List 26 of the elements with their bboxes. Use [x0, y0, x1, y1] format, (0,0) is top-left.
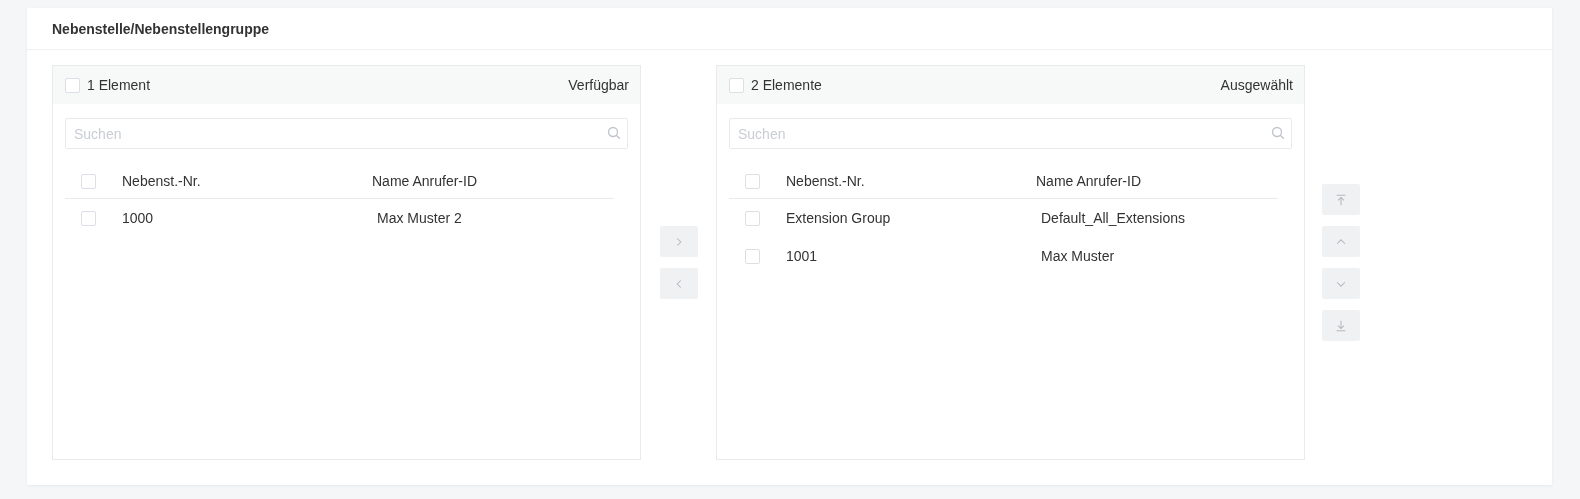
search-icon — [1271, 126, 1285, 140]
table-cell: 1001 — [786, 248, 818, 264]
checkbox[interactable] — [745, 211, 760, 227]
checkbox[interactable] — [81, 173, 96, 189]
search-icon — [607, 126, 621, 140]
checkbox[interactable] — [729, 77, 744, 93]
item-count: 2 Elemente — [751, 77, 822, 93]
checkbox[interactable] — [745, 249, 760, 265]
table-cell: Extension Group — [786, 210, 891, 226]
table-cell: 1000 — [122, 210, 154, 226]
checkbox[interactable] — [81, 211, 96, 227]
column-header: Name Anrufer-ID — [1036, 172, 1142, 189]
item-count: 1 Element — [87, 77, 151, 93]
section-title: Nebenstelle/Nebenstellengruppe — [52, 20, 270, 37]
table-cell: Max Muster 2 — [377, 210, 462, 226]
column-header: Nebenst.-Nr. — [786, 172, 865, 189]
column-header: Name Anrufer-ID — [372, 172, 478, 189]
move-bottom-icon — [1334, 318, 1348, 333]
table-cell: Max Muster — [1041, 248, 1115, 264]
panel-title: Verfügbar — [568, 77, 629, 93]
checkbox[interactable] — [65, 77, 80, 93]
move-top-icon — [1334, 192, 1348, 207]
table-cell: Default_All_Extensions — [1041, 210, 1185, 226]
column-header: Nebenst.-Nr. — [122, 172, 201, 189]
checkbox[interactable] — [745, 173, 760, 189]
panel-title: Ausgewählt — [1220, 77, 1293, 93]
